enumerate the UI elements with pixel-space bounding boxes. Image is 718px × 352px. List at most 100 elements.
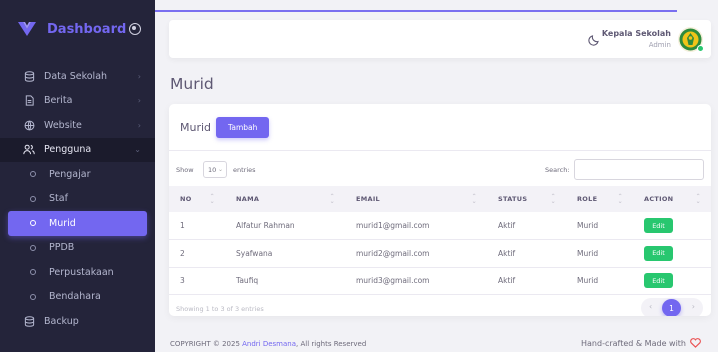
sort-icon: ⌃ ⌄ [617, 193, 623, 205]
heart-icon [690, 338, 701, 348]
cell-no: 2 [180, 248, 185, 258]
circle-icon [30, 244, 36, 251]
cell-role: Murid [577, 276, 599, 286]
column-header-nama[interactable]: NAMA ⌃ ⌄ [225, 186, 345, 212]
sidebar-item-label: Staf [49, 193, 68, 205]
circle-icon [30, 171, 36, 178]
sort-icon: ⌃ ⌄ [471, 193, 477, 205]
cell-action: Edit [633, 212, 711, 240]
table-controls: Show 10 ⌄ entries Search: [169, 151, 711, 186]
cell-email: murid2@gmail.com [356, 248, 430, 258]
moon-icon[interactable] [588, 33, 601, 46]
cell-email: murid3@gmail.com [356, 276, 430, 286]
sort-icon: ⌃ ⌄ [209, 193, 215, 205]
globe-icon [23, 119, 35, 131]
edit-button[interactable]: Edit [644, 273, 673, 289]
sidebar-toggle-icon[interactable] [129, 23, 141, 35]
sort-icon: ⌃ ⌄ [329, 193, 335, 205]
sidebar: Dashboard Data Sekolah › Berita › Websit… [0, 0, 155, 352]
table-row: 1 Alfatur Rahman murid1@gmail.com Aktif … [169, 212, 711, 240]
sidebar-item-bendahara[interactable]: Bendahara [0, 285, 155, 310]
chevron-down-icon: ⌄ [134, 145, 141, 155]
database-icon [23, 70, 35, 82]
cell-nama: Alfatur Rahman [236, 221, 295, 230]
sidebar-item-label: Perpustakaan [49, 266, 114, 278]
sidebar-item-label: Data Sekolah [44, 70, 108, 82]
cell-role: Murid [577, 221, 599, 230]
sidebar-item-label: Pengajar [49, 168, 91, 180]
sidebar-item-pengguna[interactable]: Pengguna ⌄ [0, 137, 155, 162]
show-label: Show [176, 166, 194, 174]
sidebar-item-murid[interactable]: Murid [8, 211, 147, 236]
pagination-page-1[interactable]: 1 [662, 299, 681, 316]
chevron-right-icon: › [137, 96, 141, 106]
author-link[interactable]: Andri Desmana [242, 340, 296, 348]
table-row: 2 Syafwana murid2@gmail.com Aktif Murid … [169, 240, 711, 267]
card-title: Murid [180, 120, 212, 134]
edit-button[interactable]: Edit [644, 245, 673, 261]
circle-icon [30, 269, 36, 276]
sidebar-item-website[interactable]: Website › [0, 113, 155, 138]
cell-nama: Taufiq [236, 276, 259, 286]
murid-table: NO ⌃ ⌄ NAMA ⌃ ⌄ EMAIL ⌃ ⌄ STATUS ⌃ ⌄ ROLE ⌃ ⌄ ACTI… [169, 186, 711, 295]
user-role: Admin [648, 41, 671, 49]
cell-status: Aktif [498, 221, 516, 230]
cell-no: 3 [180, 276, 185, 286]
sidebar-item-label: Website [44, 119, 82, 131]
column-header-status[interactable]: STATUS ⌃ ⌄ [487, 186, 566, 212]
chevron-right-icon: › [137, 71, 141, 81]
sidebar-item-berita[interactable]: Berita › [0, 89, 155, 114]
search-input[interactable] [574, 159, 704, 180]
cell-action: Edit [633, 267, 711, 295]
chevron-right-icon: › [137, 120, 141, 130]
cell-nama: Syafwana [236, 248, 273, 258]
online-status-dot [697, 45, 704, 52]
pagination-prev-button[interactable]: ‹ [649, 302, 652, 311]
footer-copyright: COPYRIGHT © 2025 Andri Desmana, All righ… [170, 340, 367, 348]
sort-icon: ⌃ ⌄ [550, 193, 556, 205]
top-navbar: Kepala Sekolah Admin [169, 20, 711, 58]
murid-card: Murid Tambah Show 10 ⌄ entries Search: N… [169, 104, 711, 316]
table-info: Showing 1 to 3 of 3 entries [176, 305, 264, 313]
brand[interactable]: Dashboard [0, 0, 155, 58]
cell-email: murid1@gmail.com [356, 221, 430, 230]
column-header-role[interactable]: ROLE ⌃ ⌄ [566, 186, 633, 212]
cell-role: Murid [577, 248, 599, 258]
card-header: Murid Tambah [169, 104, 711, 151]
sidebar-item-label: Bendahara [49, 291, 101, 303]
cell-status: Aktif [498, 248, 516, 258]
database-icon [23, 315, 35, 327]
page-title: Murid [170, 75, 214, 93]
column-header-email[interactable]: EMAIL ⌃ ⌄ [345, 186, 487, 212]
search-label: Search: [545, 166, 570, 174]
edit-button[interactable]: Edit [644, 218, 673, 233]
table-header-row: NO ⌃ ⌄ NAMA ⌃ ⌄ EMAIL ⌃ ⌄ STATUS ⌃ ⌄ ROLE ⌃ ⌄ ACTI… [169, 186, 711, 212]
users-icon [23, 144, 35, 156]
sidebar-item-label: Backup [44, 315, 79, 327]
pagination-next-button[interactable]: › [692, 302, 695, 311]
header-divider [155, 10, 677, 12]
page-length-select[interactable]: 10 ⌄ [203, 161, 227, 178]
circle-icon [30, 293, 36, 300]
sort-icon: ⌃ ⌄ [695, 193, 701, 205]
sidebar-item-label: Pengguna [44, 144, 92, 156]
circle-icon [30, 195, 36, 202]
sidebar-item-data-sekolah[interactable]: Data Sekolah › [0, 64, 155, 89]
sidebar-item-perpustakaan[interactable]: Perpustakaan [0, 260, 155, 285]
table-footer: Showing 1 to 3 of 3 entries ‹ 1 › [169, 295, 711, 316]
circle-icon [30, 220, 36, 227]
sidebar-item-staf[interactable]: Staf [0, 187, 155, 212]
sidebar-item-backup[interactable]: Backup [0, 309, 155, 334]
page-length-value: 10 [208, 166, 217, 174]
cell-no: 1 [180, 221, 185, 230]
user-name[interactable]: Kepala Sekolah [602, 29, 671, 38]
pagination: ‹ 1 › [641, 298, 703, 316]
column-header-action[interactable]: ACTION ⌃ ⌄ [633, 186, 711, 212]
sidebar-item-ppdb[interactable]: PPDB [0, 236, 155, 261]
sidebar-item-label: Berita [44, 95, 73, 107]
sidebar-item-pengajar[interactable]: Pengajar [0, 162, 155, 187]
entries-label: entries [233, 166, 256, 174]
column-header-no[interactable]: NO ⌃ ⌄ [169, 186, 225, 212]
add-button[interactable]: Tambah [216, 116, 270, 138]
file-icon [23, 95, 35, 107]
